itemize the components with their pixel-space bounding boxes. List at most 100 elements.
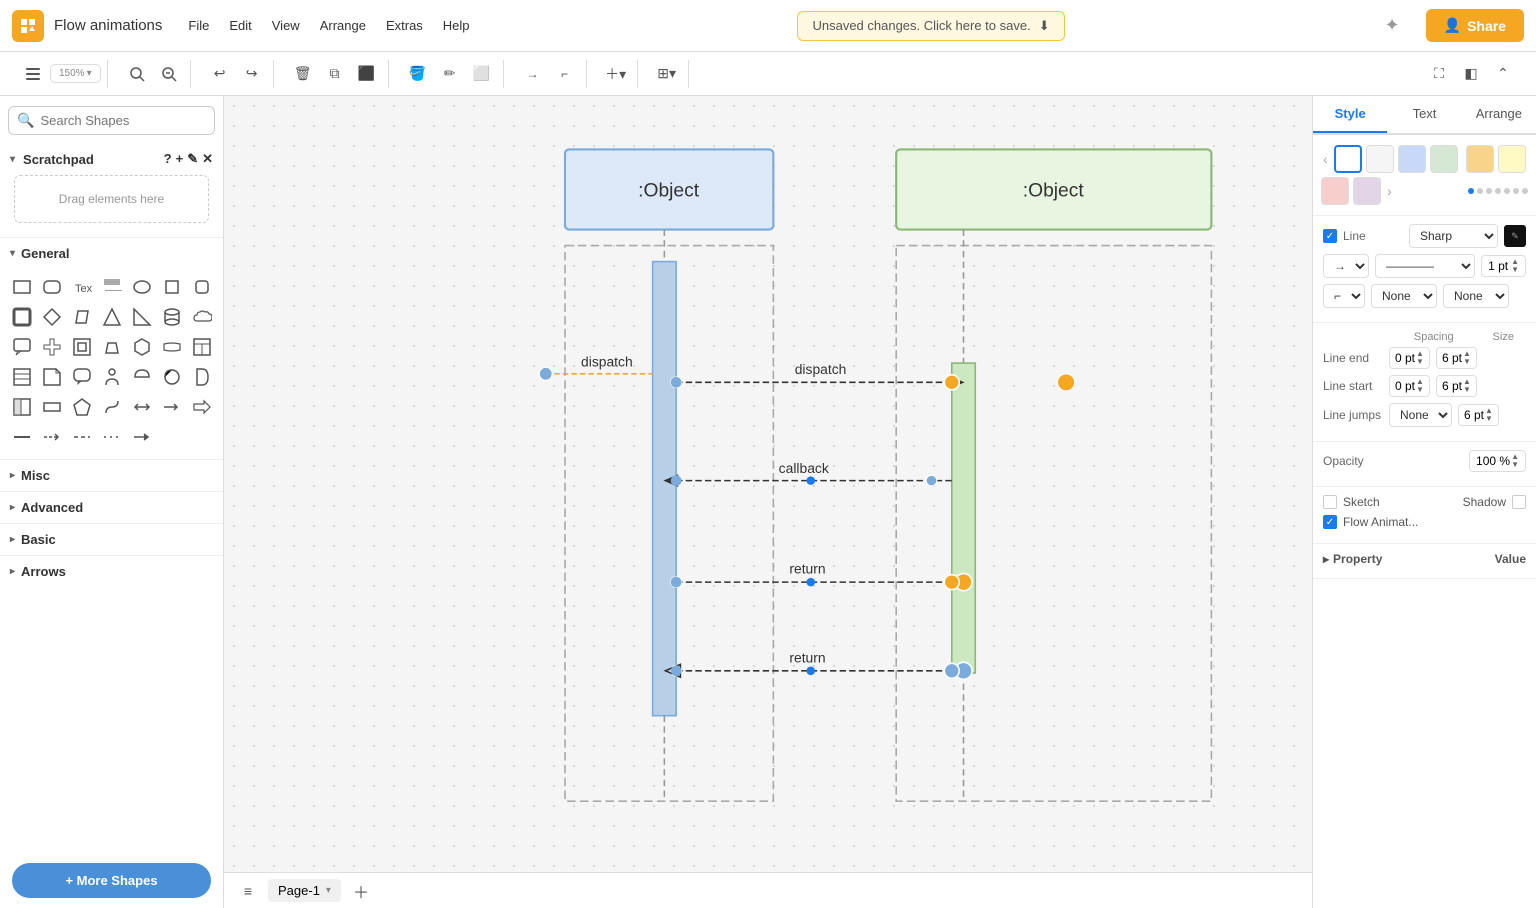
palette-dot-3[interactable] bbox=[1486, 188, 1492, 194]
line-color-picker[interactable]: ✎ bbox=[1504, 225, 1526, 247]
paste-btn[interactable]: ⬛ bbox=[352, 60, 382, 88]
menu-edit[interactable]: Edit bbox=[221, 14, 259, 37]
page-tab[interactable]: Page-1 ▾ bbox=[268, 879, 341, 902]
shape-cross[interactable] bbox=[38, 333, 66, 361]
shape-horiz-rect[interactable] bbox=[38, 393, 66, 421]
line-jumps-size-spinner[interactable]: ▲ ▼ bbox=[1485, 407, 1493, 423]
arrow-direction-select[interactable]: → ← ↔ bbox=[1323, 254, 1369, 278]
line-end-style[interactable]: None Arrow bbox=[1371, 284, 1437, 308]
menu-file[interactable]: File bbox=[180, 14, 217, 37]
shape-sq[interactable] bbox=[158, 273, 186, 301]
scratchpad-close-btn[interactable]: ✕ bbox=[202, 151, 213, 167]
panel-toggle-btn[interactable]: ◧ bbox=[1456, 60, 1486, 88]
line-start-spacing-spinner[interactable]: ▲ ▼ bbox=[1416, 378, 1424, 394]
shape-ribbon[interactable] bbox=[158, 333, 186, 361]
shape-line-solid[interactable] bbox=[8, 423, 36, 451]
section-basic-header[interactable]: ▸ Basic bbox=[0, 524, 223, 555]
table-btn[interactable]: ⊞▾ bbox=[652, 60, 682, 88]
copy-btn[interactable]: ⧉ bbox=[320, 60, 350, 88]
zoom-reset-btn[interactable] bbox=[122, 60, 152, 88]
color-light-orange[interactable] bbox=[1466, 145, 1494, 173]
unsaved-notice[interactable]: Unsaved changes. Click here to save. ⬇ bbox=[797, 11, 1064, 41]
shape-s-curve[interactable] bbox=[98, 393, 126, 421]
tab-style[interactable]: Style bbox=[1313, 96, 1387, 133]
shape-line-arrow2[interactable] bbox=[128, 423, 156, 451]
line-end-size-spinner[interactable]: ▲ ▼ bbox=[1463, 350, 1471, 366]
line-sharp-select[interactable]: Sharp bbox=[1409, 224, 1498, 248]
color-light-purple[interactable] bbox=[1353, 177, 1381, 205]
line-end-spacing-spinner[interactable]: ▲ ▼ bbox=[1416, 350, 1424, 366]
menu-extras[interactable]: Extras bbox=[378, 14, 431, 37]
tab-arrange[interactable]: Arrange bbox=[1462, 96, 1536, 133]
palette-dot-2[interactable] bbox=[1477, 188, 1483, 194]
color-white[interactable] bbox=[1334, 145, 1362, 173]
section-misc-header[interactable]: ▸ Misc bbox=[0, 460, 223, 491]
section-arrows-header[interactable]: ▸ Arrows bbox=[0, 556, 223, 587]
shape-hexagon[interactable] bbox=[128, 333, 156, 361]
shape-rect-rounded[interactable] bbox=[38, 273, 66, 301]
line-color-btn[interactable]: ✏ bbox=[435, 60, 465, 88]
collapse-btn[interactable]: ⌃ bbox=[1488, 60, 1518, 88]
scratchpad-add-btn[interactable]: + bbox=[176, 151, 184, 167]
tab-text[interactable]: Text bbox=[1387, 96, 1461, 133]
shape-circle-half[interactable] bbox=[158, 363, 186, 391]
zoom-dropdown[interactable]: 150% ▾ bbox=[50, 64, 101, 83]
shape-arrow-right[interactable] bbox=[158, 393, 186, 421]
shape-triangle[interactable] bbox=[98, 303, 126, 331]
shadow-btn[interactable]: ⬜ bbox=[467, 60, 497, 88]
shape-line-dashed[interactable] bbox=[68, 423, 96, 451]
palette-dot-5[interactable] bbox=[1504, 188, 1510, 194]
undo-btn[interactable]: ↩ bbox=[205, 60, 235, 88]
sketch-checkbox[interactable] bbox=[1323, 495, 1337, 509]
connector-btn[interactable]: → bbox=[518, 60, 548, 88]
palette-next[interactable]: › bbox=[1385, 181, 1394, 201]
shape-right-triangle[interactable] bbox=[128, 303, 156, 331]
shape-trapezoid[interactable] bbox=[98, 333, 126, 361]
palette-dot-4[interactable] bbox=[1495, 188, 1501, 194]
shape-diamond[interactable] bbox=[38, 303, 66, 331]
shape-sq-thick[interactable] bbox=[8, 303, 36, 331]
shape-table[interactable] bbox=[188, 333, 216, 361]
shape-note[interactable] bbox=[38, 363, 66, 391]
shape-rect[interactable] bbox=[8, 273, 36, 301]
shadow-checkbox[interactable] bbox=[1512, 495, 1526, 509]
shape-speech-bubble[interactable] bbox=[68, 363, 96, 391]
shape-cylinder[interactable] bbox=[158, 303, 186, 331]
share-button[interactable]: 👤 Share bbox=[1426, 9, 1524, 42]
shape-half-circle[interactable] bbox=[128, 363, 156, 391]
search-box[interactable]: 🔍 bbox=[8, 106, 215, 135]
waypoint-btn[interactable]: ⌐ bbox=[550, 60, 580, 88]
shape-sq-rounded[interactable] bbox=[188, 273, 216, 301]
section-advanced-header[interactable]: ▸ Advanced bbox=[0, 492, 223, 523]
shape-text[interactable]: Text bbox=[68, 273, 96, 301]
color-light-gray[interactable] bbox=[1366, 145, 1394, 173]
shape-double-arrow[interactable] bbox=[128, 393, 156, 421]
line-weight-spinner[interactable]: ▲ ▼ bbox=[1511, 258, 1519, 274]
menu-arrange[interactable]: Arrange bbox=[312, 14, 374, 37]
section-general-header[interactable]: ▾ General bbox=[0, 238, 223, 269]
palette-prev[interactable]: ‹ bbox=[1321, 149, 1330, 169]
search-input[interactable] bbox=[40, 113, 216, 128]
canvas-area[interactable]: :Object :Object dispatch dispa bbox=[224, 96, 1312, 908]
zoom-fit-btn[interactable] bbox=[154, 60, 184, 88]
line-checkbox[interactable]: ✓ bbox=[1323, 229, 1337, 243]
shape-person[interactable] bbox=[98, 363, 126, 391]
shape-list[interactable] bbox=[8, 363, 36, 391]
redo-btn[interactable]: ↪ bbox=[237, 60, 267, 88]
palette-dot-7[interactable] bbox=[1522, 188, 1528, 194]
shape-line-arrow[interactable] bbox=[38, 423, 66, 451]
insert-btn[interactable]: ＋▾ bbox=[601, 60, 631, 88]
sidebar-toggle[interactable] bbox=[18, 60, 48, 88]
shape-callout[interactable] bbox=[8, 333, 36, 361]
flow-animate-checkbox[interactable]: ✓ bbox=[1323, 515, 1337, 529]
color-light-green[interactable] bbox=[1430, 145, 1458, 173]
shape-d-shape[interactable] bbox=[188, 363, 216, 391]
shape-cloud[interactable] bbox=[188, 303, 216, 331]
color-light-red[interactable] bbox=[1321, 177, 1349, 205]
shape-nested-rect[interactable] bbox=[68, 333, 96, 361]
fullscreen-btn[interactable]: ⛶ bbox=[1424, 60, 1454, 88]
scratchpad-help-btn[interactable]: ? bbox=[164, 151, 172, 167]
shape-ellipse[interactable] bbox=[128, 273, 156, 301]
palette-dot-6[interactable] bbox=[1513, 188, 1519, 194]
page-menu-button[interactable]: ≡ bbox=[236, 879, 260, 903]
